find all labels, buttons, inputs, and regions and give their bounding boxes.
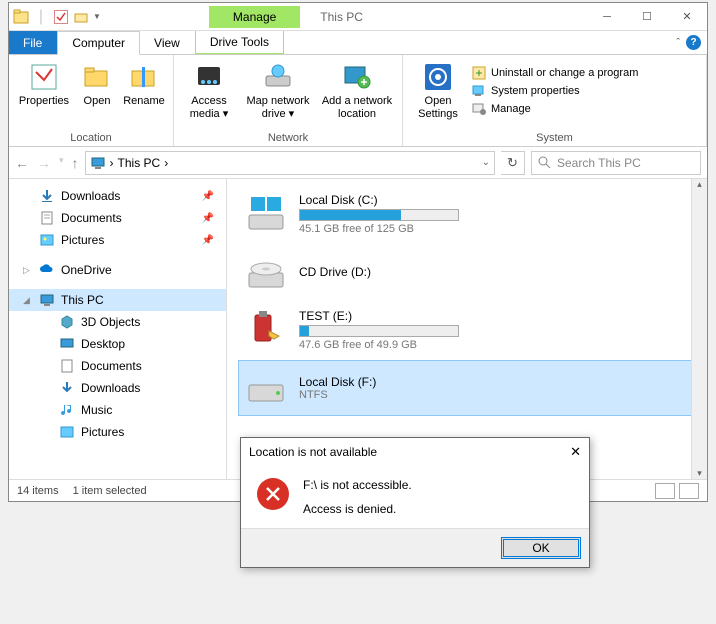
- tab-file[interactable]: File: [9, 31, 57, 54]
- ok-button[interactable]: OK: [501, 537, 581, 559]
- pin-icon: 📌: [202, 235, 214, 246]
- view-details-button[interactable]: [655, 483, 675, 499]
- breadcrumb-sep: ›: [110, 156, 114, 170]
- address-bar[interactable]: › This PC › ⌄: [85, 151, 495, 175]
- item-count: 14 items: [17, 485, 59, 497]
- tree-documents2[interactable]: Documents: [9, 355, 226, 377]
- uninstall-link[interactable]: Uninstall or change a program: [471, 65, 638, 81]
- up-button[interactable]: ↑: [72, 155, 79, 171]
- app-icon: [13, 9, 29, 25]
- titlebar: | ▼ Manage This PC ─ ☐ ✕: [9, 3, 707, 31]
- group-network-label: Network: [180, 130, 396, 146]
- access-media-button[interactable]: Access media ▾: [180, 61, 238, 121]
- search-icon: [538, 156, 551, 169]
- expand-icon[interactable]: ▷: [23, 265, 30, 276]
- tree-onedrive[interactable]: ▷OneDrive: [9, 259, 226, 281]
- refresh-button[interactable]: ↻: [501, 151, 525, 175]
- search-placeholder: Search This PC: [557, 156, 641, 170]
- error-line1: F:\ is not accessible.: [303, 478, 412, 492]
- group-location-label: Location: [15, 130, 167, 146]
- content-pane: Local Disk (C:)45.1 GB free of 125 GB CD…: [227, 179, 707, 479]
- address-dropdown-icon[interactable]: ⌄: [482, 157, 490, 168]
- maximize-button[interactable]: ☐: [627, 4, 667, 30]
- tree-downloads2[interactable]: Downloads: [9, 377, 226, 399]
- map-drive-button[interactable]: Map network drive ▾: [242, 61, 314, 121]
- ribbon: Properties Open Rename Location Access m…: [9, 55, 707, 147]
- nav-bar: ← → ▾ ↑ › This PC › ⌄ ↻ Search This PC: [9, 147, 707, 179]
- view-icons-button[interactable]: [679, 483, 699, 499]
- breadcrumb-sep2: ›: [164, 156, 168, 170]
- tree-3dobjects[interactable]: 3D Objects: [9, 311, 226, 333]
- qat-folder-icon[interactable]: [73, 9, 89, 25]
- pin-icon: 📌: [202, 213, 214, 224]
- drive-e[interactable]: TEST (E:)47.6 GB free of 49.9 GB: [239, 303, 695, 357]
- properties-button[interactable]: Properties: [15, 61, 73, 108]
- drive-c[interactable]: Local Disk (C:)45.1 GB free of 125 GB: [239, 187, 695, 241]
- error-dialog: Location is not available ✕ F:\ is not a…: [240, 437, 590, 568]
- tab-computer[interactable]: Computer: [57, 31, 140, 55]
- dialog-close-button[interactable]: ✕: [570, 444, 581, 460]
- group-system-label: System: [409, 130, 700, 146]
- ribbon-tabs: File Computer View Drive Tools ˆ ?: [9, 31, 707, 55]
- thispc-icon: [90, 155, 106, 171]
- nav-tree: Downloads📌 Documents📌 Pictures📌 ▷OneDriv…: [9, 179, 227, 479]
- drive-d[interactable]: CD Drive (D:): [239, 245, 695, 299]
- minimize-button[interactable]: ─: [587, 4, 627, 30]
- forward-button[interactable]: →: [37, 155, 51, 171]
- manage-contextual-tab[interactable]: Manage: [209, 6, 300, 28]
- add-location-button[interactable]: Add a network location: [318, 61, 396, 121]
- tree-pictures2[interactable]: Pictures: [9, 421, 226, 443]
- qat-dropdown-icon[interactable]: ▼: [93, 12, 101, 21]
- search-box[interactable]: Search This PC: [531, 151, 701, 175]
- recent-dropdown[interactable]: ▾: [59, 155, 64, 171]
- system-properties-link[interactable]: System properties: [471, 83, 638, 99]
- tab-view[interactable]: View: [140, 31, 195, 54]
- scrollbar[interactable]: [691, 179, 707, 479]
- tree-documents[interactable]: Documents📌: [9, 207, 226, 229]
- ribbon-collapse-icon[interactable]: ˆ: [676, 37, 680, 49]
- help-icon[interactable]: ?: [686, 35, 701, 50]
- quick-access-toolbar: | ▼: [9, 9, 105, 25]
- manage-link[interactable]: Manage: [471, 101, 638, 117]
- close-button[interactable]: ✕: [667, 4, 707, 30]
- error-line2: Access is denied.: [303, 502, 412, 516]
- window-title: This PC: [320, 10, 363, 24]
- tree-downloads[interactable]: Downloads📌: [9, 185, 226, 207]
- back-button[interactable]: ←: [15, 155, 29, 171]
- pin-icon: 📌: [202, 191, 214, 202]
- dialog-title: Location is not available: [249, 445, 377, 459]
- rename-button[interactable]: Rename: [121, 61, 167, 108]
- tree-pictures[interactable]: Pictures📌: [9, 229, 226, 251]
- tree-music[interactable]: Music: [9, 399, 226, 421]
- tab-drive-tools[interactable]: Drive Tools: [195, 31, 284, 54]
- collapse-icon[interactable]: ◢: [23, 295, 30, 306]
- error-icon: [257, 478, 289, 510]
- tree-thispc[interactable]: ◢This PC: [9, 289, 226, 311]
- qat-sep: |: [33, 9, 49, 25]
- selection-count: 1 item selected: [73, 485, 147, 497]
- open-settings-button[interactable]: Open Settings: [409, 61, 467, 121]
- drive-f[interactable]: Local Disk (F:)NTFS: [239, 361, 695, 415]
- tree-desktop[interactable]: Desktop: [9, 333, 226, 355]
- breadcrumb-thispc[interactable]: This PC: [118, 156, 161, 170]
- open-button[interactable]: Open: [77, 61, 117, 108]
- checkbox-icon[interactable]: [53, 9, 69, 25]
